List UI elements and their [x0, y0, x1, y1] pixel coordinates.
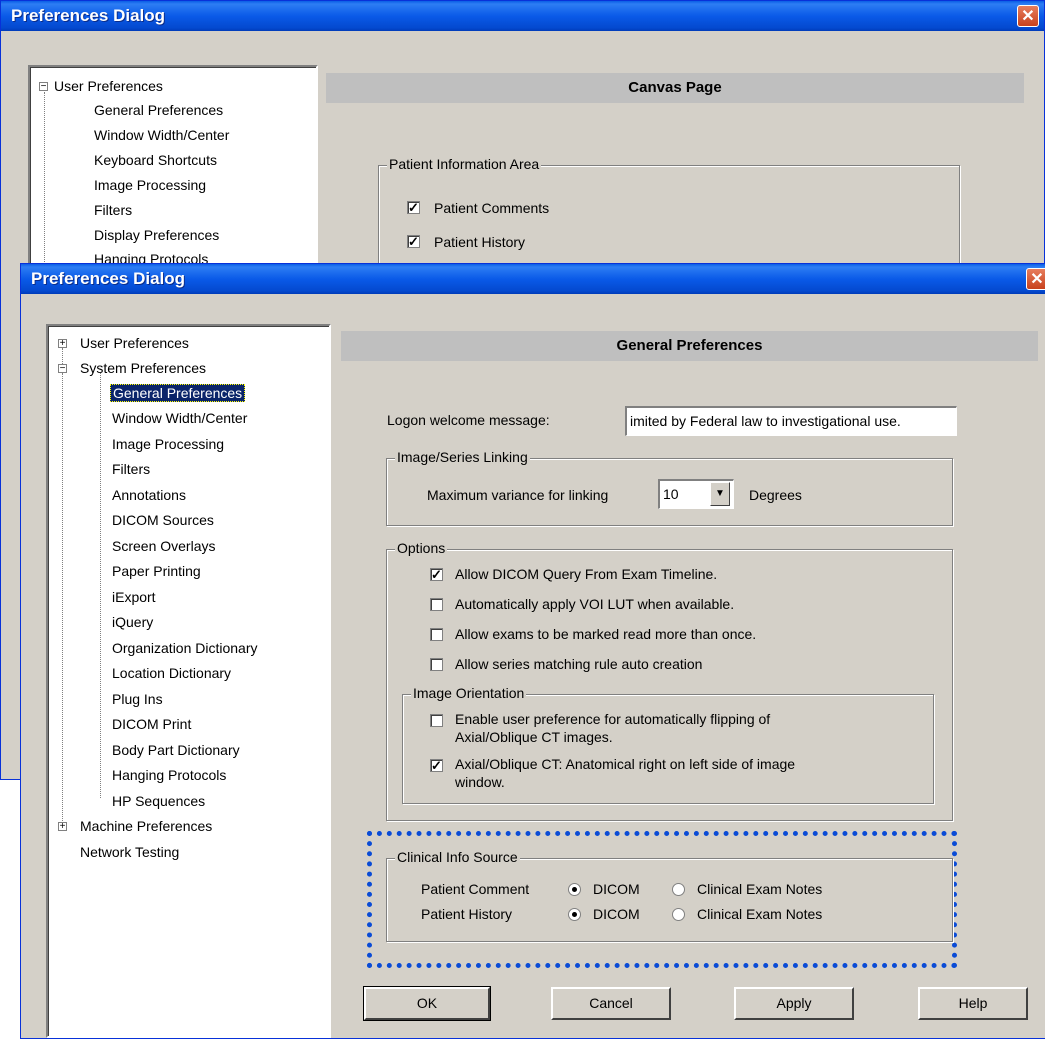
tree-item[interactable]: iQuery — [112, 612, 153, 632]
option-label: Allow DICOM Query From Exam Timeline. — [455, 566, 718, 582]
page-header: General Preferences — [341, 331, 1038, 361]
option-label: Allow exams to be marked read more than … — [455, 626, 757, 642]
clinical-info-group: Clinical Info Source Patient Comment DIC… — [386, 849, 953, 942]
tree-item[interactable]: DICOM Sources — [112, 510, 214, 530]
read-more-than-once-checkbox[interactable] — [430, 628, 443, 641]
expand-icon[interactable]: + — [58, 822, 67, 832]
back-checkbox-label: Patient History — [434, 234, 526, 250]
radio-label: DICOM — [593, 906, 640, 922]
cancel-button[interactable]: Cancel — [551, 987, 671, 1020]
tree-item[interactable]: Plug Ins — [112, 689, 163, 709]
front-title-bar[interactable]: Preferences Dialog ✕ — [21, 264, 1045, 294]
tree-item[interactable]: Screen Overlays — [112, 536, 215, 556]
options-group-title: Options — [395, 540, 448, 556]
linking-group: Image/Series Linking Maximum variance fo… — [386, 449, 953, 526]
series-matching-checkbox[interactable] — [430, 658, 443, 671]
comment-notes-radio[interactable] — [672, 883, 685, 896]
back-title-bar[interactable]: Preferences Dialog ✕ — [1, 1, 1044, 31]
logon-label: Logon welcome message: — [387, 412, 550, 428]
logon-message-input[interactable]: imited by Federal law to investigational… — [625, 406, 957, 436]
enable-flipping-checkbox[interactable] — [430, 714, 443, 727]
tree-item-general-preferences[interactable]: General Preferences — [110, 383, 246, 403]
tree-item[interactable]: HP Sequences — [112, 791, 205, 811]
collapse-icon[interactable]: − — [39, 82, 48, 92]
anatomical-right-checkbox[interactable]: ✓ — [430, 759, 443, 772]
expand-icon[interactable]: + — [58, 339, 67, 349]
back-close-button[interactable]: ✕ — [1017, 5, 1039, 27]
allow-dicom-query-checkbox[interactable]: ✓ — [430, 568, 443, 581]
back-tree-view[interactable]: − User Preferences General Preferences W… — [28, 65, 318, 265]
tree-item[interactable]: Annotations — [112, 485, 186, 505]
front-preferences-window: Preferences Dialog ✕ + User Preferences … — [20, 263, 1045, 1039]
radio-label: Clinical Exam Notes — [697, 881, 823, 897]
variance-value: 10 — [663, 486, 679, 502]
back-tree-item[interactable]: Display Preferences — [94, 225, 219, 245]
orientation-label-line2: Axial/Oblique CT images. — [455, 729, 613, 745]
tree-item[interactable]: Location Dictionary — [112, 663, 231, 683]
back-tree-item[interactable]: General Preferences — [94, 100, 223, 120]
orientation-group-title: Image Orientation — [411, 685, 527, 701]
tree-item[interactable]: Hanging Protocols — [112, 765, 226, 785]
history-dicom-radio[interactable] — [568, 908, 581, 921]
back-page-header: Canvas Page — [326, 73, 1024, 103]
clinical-row-label: Patient Comment — [421, 881, 530, 897]
options-group: Options ✓ Allow DICOM Query From Exam Ti… — [386, 540, 953, 821]
tree-item[interactable]: Image Processing — [112, 434, 224, 454]
comment-dicom-radio[interactable] — [568, 883, 581, 896]
radio-label: Clinical Exam Notes — [697, 906, 823, 922]
back-patient-history-checkbox[interactable]: ✓ — [407, 235, 420, 248]
orientation-label-line1: Enable user preference for automatically… — [455, 711, 771, 727]
tree-item[interactable]: iExport — [112, 587, 156, 607]
voi-lut-checkbox[interactable] — [430, 598, 443, 611]
back-window-title: Preferences Dialog — [11, 6, 166, 25]
tree-item[interactable]: Body Part Dictionary — [112, 740, 240, 760]
close-icon: ✕ — [1021, 8, 1035, 25]
selected-item-label: General Preferences — [110, 384, 246, 402]
chevron-down-icon[interactable]: ▼ — [710, 482, 730, 506]
close-icon: ✕ — [1030, 271, 1044, 288]
image-orientation-group: Image Orientation Enable user preference… — [402, 685, 934, 804]
linking-label: Maximum variance for linking — [427, 487, 609, 503]
tree-item-user-preferences[interactable]: User Preferences — [80, 333, 189, 353]
back-tree-item[interactable]: Filters — [94, 200, 132, 220]
back-tree-item[interactable]: Image Processing — [94, 175, 206, 195]
back-tree-item[interactable]: Keyboard Shortcuts — [94, 150, 217, 170]
history-notes-radio[interactable] — [672, 908, 685, 921]
back-group-title: Patient Information Area — [387, 156, 542, 172]
front-close-button[interactable]: ✕ — [1026, 268, 1045, 290]
tree-item[interactable]: Filters — [112, 459, 150, 479]
apply-button[interactable]: Apply — [734, 987, 854, 1020]
linking-group-title: Image/Series Linking — [395, 449, 530, 465]
tree-item-system-preferences[interactable]: System Preferences — [80, 358, 206, 378]
degrees-label: Degrees — [749, 487, 802, 503]
back-tree-item[interactable]: User Preferences — [54, 76, 163, 96]
ok-button[interactable]: OK — [363, 986, 491, 1021]
orientation-label-line1: Axial/Oblique CT: Anatomical right on le… — [455, 756, 796, 772]
tree-item-network-testing[interactable]: Network Testing — [80, 842, 179, 862]
back-patient-comments-checkbox[interactable]: ✓ — [407, 201, 420, 214]
front-tree-view[interactable]: + User Preferences − System Preferences … — [46, 324, 331, 1038]
back-tree-item[interactable]: Window Width/Center — [94, 125, 229, 145]
radio-label: DICOM — [593, 881, 640, 897]
tree-item[interactable]: Organization Dictionary — [112, 638, 258, 658]
option-label: Allow series matching rule auto creation — [455, 656, 703, 672]
tree-item-machine-preferences[interactable]: Machine Preferences — [80, 816, 212, 836]
tree-item[interactable]: Paper Printing — [112, 561, 201, 581]
clinical-group-title: Clinical Info Source — [395, 849, 520, 865]
tree-item[interactable]: DICOM Print — [112, 714, 191, 734]
back-patient-info-group: Patient Information Area ✓ Patient Comme… — [378, 156, 960, 277]
front-window-title: Preferences Dialog — [31, 269, 186, 288]
orientation-label-line2: window. — [455, 774, 505, 790]
help-button[interactable]: Help — [918, 987, 1028, 1020]
back-checkbox-label: Patient Comments — [434, 200, 550, 216]
collapse-icon[interactable]: − — [58, 364, 67, 374]
option-label: Automatically apply VOI LUT when availab… — [455, 596, 735, 612]
clinical-row-label: Patient History — [421, 906, 513, 922]
tree-item[interactable]: Window Width/Center — [112, 408, 247, 428]
